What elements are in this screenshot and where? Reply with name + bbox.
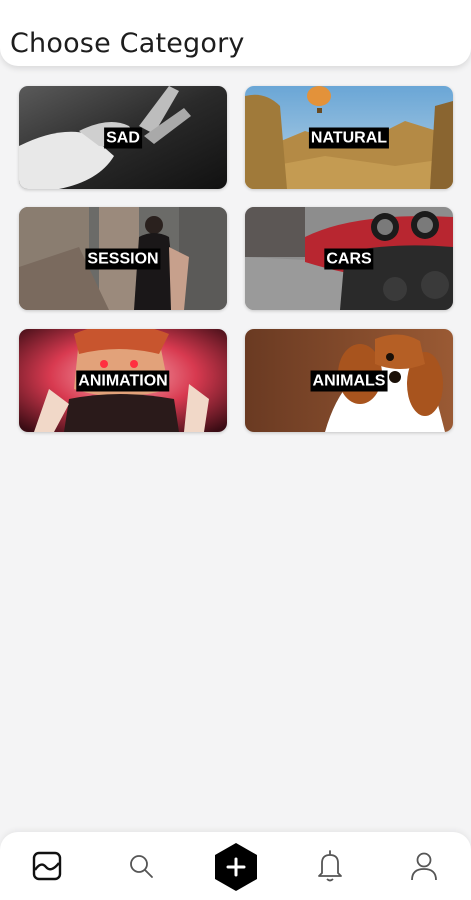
category-label: CARS: [324, 248, 374, 269]
app-header: Choose Category: [0, 0, 471, 66]
category-card-session[interactable]: SESSION: [19, 207, 227, 310]
nav-profile-button[interactable]: [402, 844, 446, 888]
category-label: NATURAL: [308, 127, 390, 148]
category-card-natural[interactable]: NATURAL: [245, 86, 453, 189]
bell-icon: [318, 850, 342, 882]
nav-gallery-button[interactable]: [25, 844, 69, 888]
profile-icon: [411, 852, 437, 881]
category-label: SAD: [104, 127, 142, 148]
page-title: Choose Category: [10, 28, 245, 59]
nav-search-button[interactable]: [119, 844, 163, 888]
category-label: ANIMALS: [310, 370, 388, 391]
category-label: ANIMATION: [76, 370, 170, 391]
search-icon: [130, 855, 153, 878]
gallery-icon: [32, 851, 62, 881]
category-label: SESSION: [85, 248, 161, 269]
category-card-cars[interactable]: CARS: [245, 207, 453, 310]
category-card-sad[interactable]: SAD: [19, 86, 227, 189]
plus-icon: [215, 843, 257, 891]
bottom-navigation: [0, 832, 471, 900]
nav-add-button[interactable]: [211, 842, 261, 892]
nav-notifications-button[interactable]: [308, 844, 352, 888]
category-card-animals[interactable]: ANIMALS: [245, 329, 453, 432]
category-card-animation[interactable]: ANIMATION: [19, 329, 227, 432]
